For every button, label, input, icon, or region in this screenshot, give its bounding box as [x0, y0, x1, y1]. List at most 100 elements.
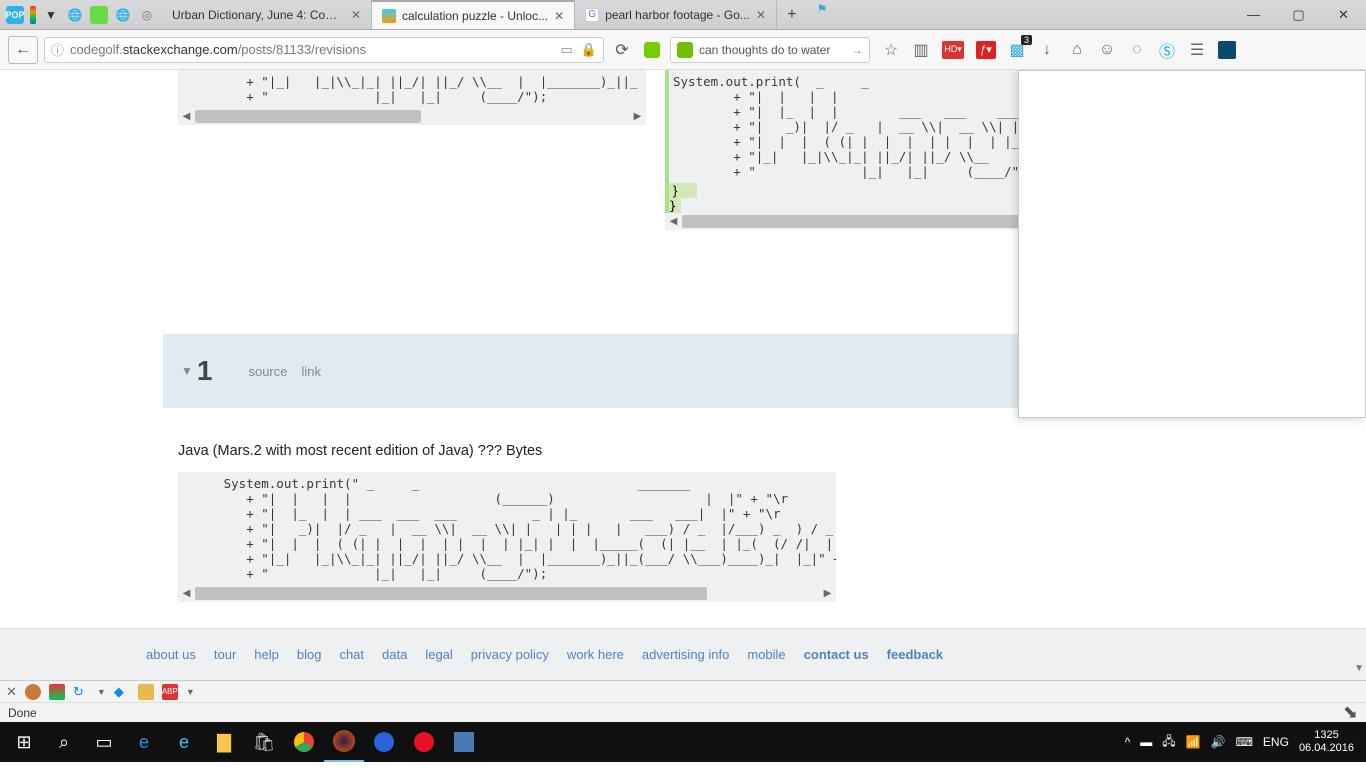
- footer-contact[interactable]: contact us: [804, 647, 869, 662]
- close-icon[interactable]: ✕: [554, 9, 564, 23]
- globe-icon-2[interactable]: 🌐: [114, 6, 132, 24]
- globe-icon[interactable]: 🌐: [66, 6, 84, 24]
- footer-advertising[interactable]: advertising info: [642, 647, 729, 662]
- post-code-block: System.out.print(" _ _ _______ + "| | | …: [178, 472, 836, 602]
- maximize-button[interactable]: ▢: [1276, 0, 1321, 30]
- opera-icon[interactable]: [404, 722, 444, 762]
- footer-privacy[interactable]: privacy policy: [471, 647, 549, 662]
- scroll-left-icon[interactable]: ◀: [665, 213, 682, 230]
- colorbar-icon[interactable]: [49, 684, 65, 700]
- v-icon[interactable]: ▼: [42, 6, 60, 24]
- horizontal-scrollbar[interactable]: ◀ ▶: [178, 108, 646, 125]
- close-addonbar-icon[interactable]: ✕: [6, 684, 17, 700]
- footer-work-here[interactable]: work here: [567, 647, 624, 662]
- dropdown-icon[interactable]: ▼: [97, 687, 106, 697]
- pocket-icon[interactable]: [1218, 41, 1236, 59]
- start-button[interactable]: ⊞: [4, 722, 44, 762]
- permalink[interactable]: link: [302, 364, 322, 379]
- go-icon[interactable]: →: [851, 43, 863, 57]
- tray-language[interactable]: ENG: [1263, 735, 1289, 749]
- sync-icon[interactable]: ↻: [73, 684, 89, 700]
- search-engine-icon[interactable]: [677, 42, 693, 58]
- dropdown-icon[interactable]: ▼: [186, 687, 195, 697]
- horizontal-scrollbar[interactable]: ◀ ▶: [178, 585, 836, 602]
- footer-data[interactable]: data: [382, 647, 407, 662]
- footer-tour[interactable]: tour: [214, 647, 236, 662]
- reader-icon[interactable]: ▭: [561, 42, 573, 58]
- tab-pearl-harbor[interactable]: G pearl harbor footage - Go... ✕: [575, 0, 777, 29]
- scroll-right-icon[interactable]: ▶: [629, 108, 646, 125]
- pin-icon[interactable]: [30, 6, 36, 24]
- menu-icon[interactable]: ☰: [1188, 41, 1206, 59]
- hd-icon[interactable]: HD▾: [942, 41, 964, 59]
- bookmark-star-icon[interactable]: ☆: [882, 41, 900, 59]
- revision-number: 1: [197, 355, 213, 387]
- new-tab-button[interactable]: +: [777, 0, 807, 29]
- scroll-down-icon[interactable]: ▼: [1354, 663, 1364, 674]
- flash-icon[interactable]: ƒ▾: [976, 41, 996, 59]
- resize-grip-icon[interactable]: ⬊: [1343, 702, 1358, 723]
- library-icon[interactable]: ▥: [912, 41, 930, 59]
- notification-icon[interactable]: ▩3: [1008, 41, 1026, 59]
- search-bar[interactable]: can thoughts do to water →: [670, 37, 870, 63]
- close-icon[interactable]: ✕: [351, 8, 361, 22]
- close-icon[interactable]: ✕: [756, 8, 766, 22]
- addon-bar: ✕ ↻ ▼ ◆ ABP ▼: [0, 680, 1366, 702]
- footer-feedback[interactable]: feedback: [887, 647, 943, 662]
- footer-help[interactable]: help: [254, 647, 279, 662]
- tab-calculation-puzzle[interactable]: calculation puzzle - Unloc... ✕: [372, 0, 575, 29]
- source-link[interactable]: source: [248, 364, 287, 379]
- footer-chat[interactable]: chat: [339, 647, 364, 662]
- edge-icon[interactable]: e: [124, 722, 164, 762]
- taskview-icon[interactable]: ▭: [84, 722, 124, 762]
- collapse-icon[interactable]: ▼: [181, 364, 193, 378]
- tray-chevron-icon[interactable]: ^: [1125, 735, 1131, 749]
- ie-icon[interactable]: e: [164, 722, 204, 762]
- sync-icon[interactable]: ◌: [1128, 41, 1146, 59]
- footer-mobile[interactable]: mobile: [747, 647, 785, 662]
- reload-button[interactable]: ⟳: [610, 38, 634, 62]
- skype-icon[interactable]: Ⓢ: [1158, 41, 1176, 59]
- tab-strip: Urban Dictionary, June 4: Com... ✕ calcu…: [162, 0, 1231, 29]
- minimize-button[interactable]: —: [1231, 0, 1276, 30]
- tray-wifi-icon[interactable]: 📶: [1186, 735, 1201, 749]
- footer-legal[interactable]: legal: [425, 647, 452, 662]
- abp-icon[interactable]: ABP: [162, 684, 178, 700]
- info-icon[interactable]: ⓘ: [51, 40, 64, 59]
- home-icon[interactable]: ⌂: [1068, 41, 1086, 59]
- footer-about[interactable]: about us: [146, 647, 196, 662]
- close-window-button[interactable]: ✕: [1321, 0, 1366, 30]
- status-text: Done: [8, 706, 37, 720]
- cookie-icon[interactable]: [25, 684, 41, 700]
- app2-icon[interactable]: [444, 722, 484, 762]
- tray-battery-icon[interactable]: ▬: [1140, 735, 1152, 749]
- tray-volume-icon[interactable]: 🔊: [1211, 735, 1226, 749]
- tray-keyboard-icon[interactable]: ⌨: [1236, 735, 1253, 749]
- flag-icon[interactable]: ⚑: [813, 0, 831, 18]
- firefox-icon[interactable]: [324, 722, 364, 762]
- home-icon[interactable]: [640, 38, 664, 62]
- diff-old-code: + "|_| |_|\\_|_| ||_/| ||_/ \\__ | |____…: [178, 70, 646, 125]
- folder-icon[interactable]: [138, 684, 154, 700]
- tray-network-icon[interactable]: 🖧: [1162, 732, 1175, 753]
- footer-blog[interactable]: blog: [297, 647, 322, 662]
- tab-urban-dictionary[interactable]: Urban Dictionary, June 4: Com... ✕: [162, 0, 372, 29]
- url-bar[interactable]: ⓘ codegolf.stackexchange.com/posts/81133…: [44, 37, 604, 63]
- downloads-icon[interactable]: ↓: [1038, 41, 1056, 59]
- scroll-left-icon[interactable]: ◀: [178, 585, 195, 602]
- explorer-icon[interactable]: ▇: [204, 722, 244, 762]
- scroll-left-icon[interactable]: ◀: [178, 108, 195, 125]
- swirl-icon[interactable]: ◎: [138, 6, 156, 24]
- smiley-icon[interactable]: ☺: [1098, 41, 1116, 59]
- bookmark-icon[interactable]: ◆: [114, 684, 130, 700]
- back-button[interactable]: ←: [8, 36, 38, 64]
- face-icon[interactable]: [90, 6, 108, 24]
- scroll-right-icon[interactable]: ▶: [819, 585, 836, 602]
- chrome-icon[interactable]: [284, 722, 324, 762]
- search-icon[interactable]: ⌕: [44, 722, 84, 762]
- tray-clock[interactable]: 1325 06.04.2016: [1299, 729, 1354, 755]
- lock-icon[interactable]: 🔒: [581, 42, 597, 58]
- popup-panel[interactable]: [1018, 70, 1366, 418]
- store-icon[interactable]: 🛍: [244, 722, 284, 762]
- app-icon[interactable]: [364, 722, 404, 762]
